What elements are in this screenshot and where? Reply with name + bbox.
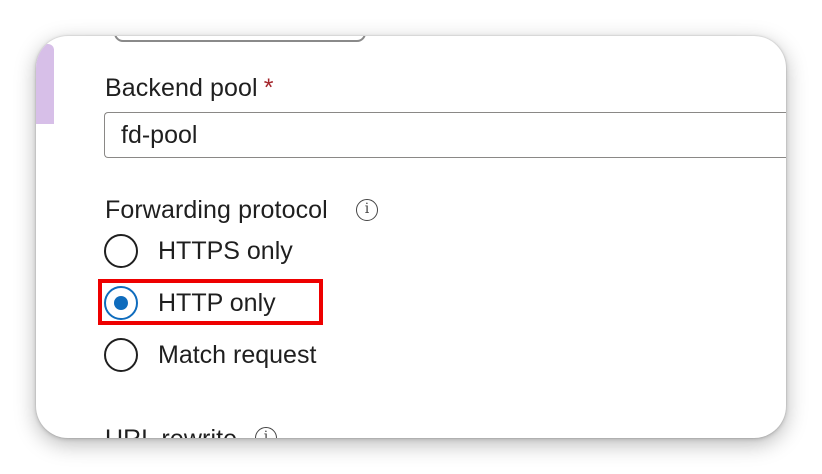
radio-label-http-only: HTTP only <box>158 288 276 317</box>
radio-button-http-only[interactable] <box>104 286 138 320</box>
previous-field-edge[interactable] <box>114 36 366 42</box>
required-marker: * <box>263 74 274 102</box>
backend-pool-label-text: Backend pool <box>105 74 258 102</box>
info-icon[interactable]: i <box>255 427 277 438</box>
backend-pool-field[interactable]: fd-pool <box>104 112 786 158</box>
backend-pool-label: Backend pool * <box>105 74 274 103</box>
screenshot-stage: Backend pool * fd-pool Forwarding protoco… <box>0 0 822 474</box>
backend-pool-value: fd-pool <box>121 121 198 149</box>
radio-option-http-only[interactable]: HTTP only <box>104 283 276 323</box>
settings-panel: Backend pool * fd-pool Forwarding protoco… <box>36 36 786 438</box>
radio-option-https-only[interactable]: HTTPS only <box>104 231 293 271</box>
sidebar-accent <box>36 44 54 124</box>
radio-label-match-request: Match request <box>158 340 317 369</box>
info-icon[interactable]: i <box>356 199 378 221</box>
radio-option-match-request[interactable]: Match request <box>104 335 316 375</box>
url-rewrite-label: URL rewrite <box>105 425 237 438</box>
radio-button-match-request[interactable] <box>104 338 138 372</box>
radio-label-https-only: HTTPS only <box>158 236 293 265</box>
radio-button-https-only[interactable] <box>104 234 138 268</box>
forwarding-protocol-label: Forwarding protocol <box>105 196 328 224</box>
radio-selected-dot <box>114 296 128 310</box>
